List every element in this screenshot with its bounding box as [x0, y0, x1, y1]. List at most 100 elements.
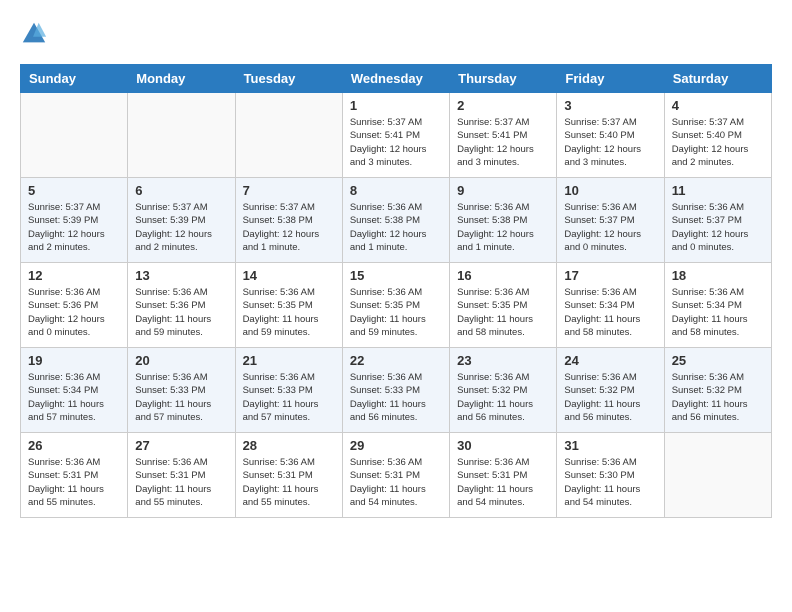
- weekday-header: Saturday: [664, 65, 771, 93]
- calendar-cell: 10 Sunrise: 5:36 AM Sunset: 5:37 PM Dayli…: [557, 178, 664, 263]
- day-info: Sunrise: 5:37 AM Sunset: 5:40 PM Dayligh…: [672, 116, 764, 169]
- day-number: 30: [457, 438, 549, 453]
- day-info: Sunrise: 5:36 AM Sunset: 5:38 PM Dayligh…: [457, 201, 549, 254]
- calendar-cell: 21 Sunrise: 5:36 AM Sunset: 5:33 PM Dayli…: [235, 348, 342, 433]
- calendar-cell: 12 Sunrise: 5:36 AM Sunset: 5:36 PM Dayli…: [21, 263, 128, 348]
- calendar-cell: 9 Sunrise: 5:36 AM Sunset: 5:38 PM Daylig…: [450, 178, 557, 263]
- calendar-cell: 30Sunrise: 5:36 AM Sunset: 5:31 PM Dayli…: [450, 433, 557, 518]
- calendar-cell: 18 Sunrise: 5:36 AM Sunset: 5:34 PM Dayli…: [664, 263, 771, 348]
- week-row: 19 Sunrise: 5:36 AM Sunset: 5:34 PM Dayli…: [21, 348, 772, 433]
- week-row: 26 Sunrise: 5:36 AM Sunset: 5:31 PM Dayli…: [21, 433, 772, 518]
- calendar-cell: 24 Sunrise: 5:36 AM Sunset: 5:32 PM Dayli…: [557, 348, 664, 433]
- day-info: Sunrise: 5:36 AM Sunset: 5:35 PM Dayligh…: [457, 286, 549, 339]
- day-info: Sunrise: 5:36 AM Sunset: 5:37 PM Dayligh…: [564, 201, 656, 254]
- day-number: 14: [243, 268, 335, 283]
- day-info: Sunrise: 5:36 AM Sunset: 5:31 PM Dayligh…: [350, 456, 442, 509]
- day-info: Sunrise: 5:36 AM Sunset: 5:33 PM Dayligh…: [350, 371, 442, 424]
- day-number: 2: [457, 98, 549, 113]
- day-info: Sunrise: 5:36 AM Sunset: 5:36 PM Dayligh…: [28, 286, 120, 339]
- day-info: Sunrise: 5:37 AM Sunset: 5:40 PM Dayligh…: [564, 116, 656, 169]
- calendar-cell: 23 Sunrise: 5:36 AM Sunset: 5:32 PM Dayli…: [450, 348, 557, 433]
- day-info: Sunrise: 5:36 AM Sunset: 5:36 PM Dayligh…: [135, 286, 227, 339]
- day-info: Sunrise: 5:36 AM Sunset: 5:32 PM Dayligh…: [457, 371, 549, 424]
- day-info: Sunrise: 5:36 AM Sunset: 5:34 PM Dayligh…: [28, 371, 120, 424]
- calendar-cell: 7 Sunrise: 5:37 AM Sunset: 5:38 PM Daylig…: [235, 178, 342, 263]
- day-info: Sunrise: 5:36 AM Sunset: 5:34 PM Dayligh…: [564, 286, 656, 339]
- calendar-cell: 8 Sunrise: 5:36 AM Sunset: 5:38 PM Daylig…: [342, 178, 449, 263]
- day-number: 28: [243, 438, 335, 453]
- day-info: Sunrise: 5:36 AM Sunset: 5:38 PM Dayligh…: [350, 201, 442, 254]
- page-header: [20, 20, 772, 48]
- day-info: Sunrise: 5:37 AM Sunset: 5:39 PM Dayligh…: [28, 201, 120, 254]
- calendar-cell: 15 Sunrise: 5:36 AM Sunset: 5:35 PM Dayli…: [342, 263, 449, 348]
- day-number: 16: [457, 268, 549, 283]
- day-info: Sunrise: 5:37 AM Sunset: 5:41 PM Dayligh…: [457, 116, 549, 169]
- day-number: 13: [135, 268, 227, 283]
- day-number: 4: [672, 98, 764, 113]
- day-number: 21: [243, 353, 335, 368]
- calendar-cell: 20 Sunrise: 5:36 AM Sunset: 5:33 PM Dayli…: [128, 348, 235, 433]
- calendar-table: SundayMondayTuesdayWednesdayThursdayFrid…: [20, 64, 772, 518]
- day-number: 26: [28, 438, 120, 453]
- calendar-cell: 26 Sunrise: 5:36 AM Sunset: 5:31 PM Dayli…: [21, 433, 128, 518]
- calendar-cell: 28 Sunrise: 5:36 AM Sunset: 5:31 PM Dayli…: [235, 433, 342, 518]
- calendar-cell: [21, 93, 128, 178]
- calendar-cell: 5 Sunrise: 5:37 AM Sunset: 5:39 PM Daylig…: [21, 178, 128, 263]
- calendar-cell: 29 Sunrise: 5:36 AM Sunset: 5:31 PM Dayli…: [342, 433, 449, 518]
- calendar-cell: 11 Sunrise: 5:36 AM Sunset: 5:37 PM Dayli…: [664, 178, 771, 263]
- calendar-cell: 2 Sunrise: 5:37 AM Sunset: 5:41 PM Daylig…: [450, 93, 557, 178]
- day-info: Sunrise: 5:36 AM Sunset: 5:35 PM Dayligh…: [243, 286, 335, 339]
- day-info: Sunrise: 5:36 AM Sunset: 5:32 PM Dayligh…: [672, 371, 764, 424]
- weekday-header: Wednesday: [342, 65, 449, 93]
- day-number: 31: [564, 438, 656, 453]
- calendar-cell: 25 Sunrise: 5:36 AM Sunset: 5:32 PM Dayli…: [664, 348, 771, 433]
- day-info: Sunrise: 5:36 AM Sunset: 5:31 PM Dayligh…: [28, 456, 120, 509]
- weekday-header: Monday: [128, 65, 235, 93]
- calendar-cell: [664, 433, 771, 518]
- calendar-cell: 14 Sunrise: 5:36 AM Sunset: 5:35 PM Dayli…: [235, 263, 342, 348]
- day-number: 18: [672, 268, 764, 283]
- day-number: 10: [564, 183, 656, 198]
- day-info: Sunrise: 5:37 AM Sunset: 5:38 PM Dayligh…: [243, 201, 335, 254]
- day-number: 3: [564, 98, 656, 113]
- day-number: 20: [135, 353, 227, 368]
- day-number: 25: [672, 353, 764, 368]
- calendar-cell: 27 Sunrise: 5:36 AM Sunset: 5:31 PM Dayli…: [128, 433, 235, 518]
- day-info: Sunrise: 5:37 AM Sunset: 5:41 PM Dayligh…: [350, 116, 442, 169]
- day-info: Sunrise: 5:36 AM Sunset: 5:34 PM Dayligh…: [672, 286, 764, 339]
- day-info: Sunrise: 5:36 AM Sunset: 5:33 PM Dayligh…: [243, 371, 335, 424]
- calendar-cell: 22 Sunrise: 5:36 AM Sunset: 5:33 PM Dayli…: [342, 348, 449, 433]
- week-row: 5 Sunrise: 5:37 AM Sunset: 5:39 PM Daylig…: [21, 178, 772, 263]
- day-number: 5: [28, 183, 120, 198]
- calendar-cell: 6Sunrise: 5:37 AM Sunset: 5:39 PM Daylig…: [128, 178, 235, 263]
- logo-icon: [20, 20, 48, 48]
- calendar-cell: 4 Sunrise: 5:37 AM Sunset: 5:40 PM Daylig…: [664, 93, 771, 178]
- day-number: 1: [350, 98, 442, 113]
- day-number: 19: [28, 353, 120, 368]
- day-number: 9: [457, 183, 549, 198]
- day-number: 23: [457, 353, 549, 368]
- day-info: Sunrise: 5:36 AM Sunset: 5:32 PM Dayligh…: [564, 371, 656, 424]
- day-info: Sunrise: 5:36 AM Sunset: 5:31 PM Dayligh…: [243, 456, 335, 509]
- day-info: Sunrise: 5:36 AM Sunset: 5:31 PM Dayligh…: [135, 456, 227, 509]
- day-number: 15: [350, 268, 442, 283]
- day-number: 22: [350, 353, 442, 368]
- day-info: Sunrise: 5:36 AM Sunset: 5:37 PM Dayligh…: [672, 201, 764, 254]
- day-info: Sunrise: 5:37 AM Sunset: 5:39 PM Dayligh…: [135, 201, 227, 254]
- day-number: 29: [350, 438, 442, 453]
- day-number: 7: [243, 183, 335, 198]
- calendar-cell: 3 Sunrise: 5:37 AM Sunset: 5:40 PM Daylig…: [557, 93, 664, 178]
- day-number: 24: [564, 353, 656, 368]
- day-number: 27: [135, 438, 227, 453]
- day-number: 11: [672, 183, 764, 198]
- day-number: 12: [28, 268, 120, 283]
- calendar-cell: 17Sunrise: 5:36 AM Sunset: 5:34 PM Dayli…: [557, 263, 664, 348]
- week-row: 1 Sunrise: 5:37 AM Sunset: 5:41 PM Daylig…: [21, 93, 772, 178]
- weekday-header: Friday: [557, 65, 664, 93]
- day-number: 8: [350, 183, 442, 198]
- week-row: 12 Sunrise: 5:36 AM Sunset: 5:36 PM Dayli…: [21, 263, 772, 348]
- day-info: Sunrise: 5:36 AM Sunset: 5:30 PM Dayligh…: [564, 456, 656, 509]
- day-info: Sunrise: 5:36 AM Sunset: 5:33 PM Dayligh…: [135, 371, 227, 424]
- calendar-cell: 31 Sunrise: 5:36 AM Sunset: 5:30 PM Dayli…: [557, 433, 664, 518]
- day-info: Sunrise: 5:36 AM Sunset: 5:35 PM Dayligh…: [350, 286, 442, 339]
